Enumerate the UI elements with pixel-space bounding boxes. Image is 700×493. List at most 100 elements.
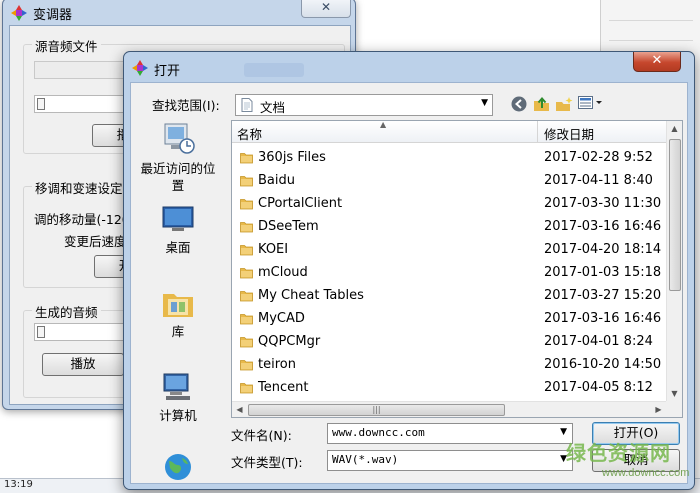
horizontal-scroll-thumb[interactable]: ||| [248,404,505,416]
watermark: 绿色资源网 www.downcc.com [560,435,700,492]
recent-places-icon [161,121,195,158]
file-name: Baidu [258,173,295,188]
column-header-date[interactable]: 修改日期 [544,124,594,143]
column-header-name[interactable]: 名称 [237,124,262,143]
source-audio-label: 源音频文件 [32,36,101,55]
place-libraries[interactable]: 库 [131,288,225,340]
file-modified-date: 2017-03-30 11:30 [544,196,662,211]
scrollbar-corner [666,401,682,417]
app-logo-icon [11,5,27,24]
up-folder-icon[interactable] [533,96,551,115]
sort-ascending-icon: ▲ [380,120,387,129]
file-modified-date: 2017-02-28 9:52 [544,150,653,165]
dialog-close-button[interactable]: ✕ [633,52,681,72]
scroll-right-icon[interactable]: ▶ [651,402,666,417]
watermark-text: 绿色资源网 [566,441,671,465]
document-icon [241,98,253,115]
place-recent[interactable]: 最近访问的位置 [131,121,225,194]
slider-thumb[interactable] [37,98,45,110]
file-modified-date: 2017-04-20 18:14 [544,242,662,257]
look-in-dropdown[interactable]: 文档 ▼ [235,94,493,116]
file-name-label: 文件名(N): [231,428,292,443]
file-name-value: www.downcc.com [332,426,425,439]
scroll-up-icon[interactable]: ▲ [667,121,682,136]
file-row[interactable]: DSeeTem 2017-03-16 16:46 [232,216,666,239]
libraries-icon [162,288,194,321]
file-row[interactable]: KOEI 2017-04-20 18:14 [232,239,666,262]
network-icon [162,452,194,485]
file-name-input[interactable]: www.downcc.com ▼ [327,423,573,444]
file-modified-date: 2016-10-20 14:50 [544,357,662,372]
file-row[interactable]: mCloud 2017-01-03 15:18 [232,262,666,285]
scroll-left-icon[interactable]: ◀ [232,402,247,417]
view-menu-icon[interactable] [578,96,604,113]
back-icon[interactable] [511,96,527,115]
file-name: KOEI [258,242,289,257]
place-computer-label: 计算机 [159,408,197,423]
file-list-header: 名称 ▲ 修改日期 [232,121,666,143]
file-row[interactable]: Tencent 2017-04-05 8:12 [232,377,666,400]
file-name: mCloud [258,265,308,280]
file-row[interactable]: teiron 2016-10-20 14:50 [232,354,666,377]
pitch-shift-label: 调的移动量(-120 [34,212,130,227]
computer-icon [162,372,194,405]
file-name: DSeeTem [258,219,319,234]
folder-icon [240,198,253,213]
file-row[interactable]: CPortalClient 2017-03-30 11:30 [232,193,666,216]
file-modified-date: 2017-04-05 8:12 [544,380,653,395]
folder-icon [240,382,253,397]
new-folder-icon[interactable] [555,96,573,115]
file-type-label: 文件类型(T): [231,455,303,470]
file-modified-date: 2017-01-03 15:18 [544,265,662,280]
file-modified-date: 2017-03-16 16:46 [544,311,662,326]
file-name: CPortalClient [258,196,343,211]
folder-icon [240,221,253,236]
file-list[interactable]: 名称 ▲ 修改日期 360js Files 2017-02-28 9:52 Baid… [231,120,683,418]
file-name: 360js Files [258,150,326,165]
file-row[interactable]: 360js Files 2017-02-28 9:52 [232,147,666,170]
tuner-close-button[interactable]: ✕ [301,0,351,18]
file-type-select[interactable]: WAV(*.wav) ▼ [327,450,573,471]
slider-thumb[interactable] [37,326,45,338]
desktop-icon [162,206,194,237]
file-modified-date: 2017-04-11 8:40 [544,173,653,188]
vertical-scroll-thumb[interactable] [669,139,681,291]
file-name: MyCAD [258,311,305,326]
place-network[interactable] [131,452,225,487]
speed-label: 变更后速度 [64,234,127,249]
folder-icon [240,267,253,282]
dialog-title: 打开 [154,64,181,79]
app-logo-icon [132,60,148,79]
file-row[interactable]: Baidu 2017-04-11 8:40 [232,170,666,193]
close-icon: ✕ [320,0,332,14]
tuner-titlebar[interactable]: 变调器 ✕ [3,0,355,25]
file-name: Tencent [258,380,309,395]
output-play-button[interactable]: 播放 [42,353,124,376]
shift-settings-label: 移调和变速设定 [32,178,126,197]
horizontal-scrollbar[interactable]: ◀ ||| ▶ [232,401,666,417]
folder-icon [240,290,253,305]
tuner-title: 变调器 [33,8,73,23]
file-modified-date: 2017-04-01 8:24 [544,334,653,349]
scroll-down-icon[interactable]: ▼ [667,386,682,401]
places-bar: 最近访问的位置 桌面 库 计算机 [131,120,225,483]
file-row[interactable]: QQPCMgr 2017-04-01 8:24 [232,331,666,354]
dialog-titlebar[interactable]: 打开 ✕ [124,52,694,82]
file-name: teiron [258,357,296,372]
column-divider[interactable] [537,121,538,142]
folder-icon [240,244,253,259]
place-desktop[interactable]: 桌面 [131,206,225,256]
file-row[interactable]: My Cheat Tables 2017-03-27 15:20 [232,285,666,308]
output-play-label: 播放 [70,356,96,371]
file-modified-date: 2017-03-16 16:46 [544,219,662,234]
folder-icon [240,175,253,190]
open-file-dialog: 打开 ✕ 查找范围(I): 文档 ▼ 最近访问的位置 桌面 库 计算机 名称 ▲… [123,51,695,490]
vertical-scrollbar[interactable]: ▲ ▼ [666,121,682,401]
folder-icon [240,359,253,374]
file-row[interactable]: MyCAD 2017-03-16 16:46 [232,308,666,331]
place-recent-label: 最近访问的位置 [140,161,216,193]
folder-icon [240,336,253,351]
place-computer[interactable]: 计算机 [131,372,225,424]
place-libraries-label: 库 [171,324,185,339]
file-name: My Cheat Tables [258,288,364,303]
